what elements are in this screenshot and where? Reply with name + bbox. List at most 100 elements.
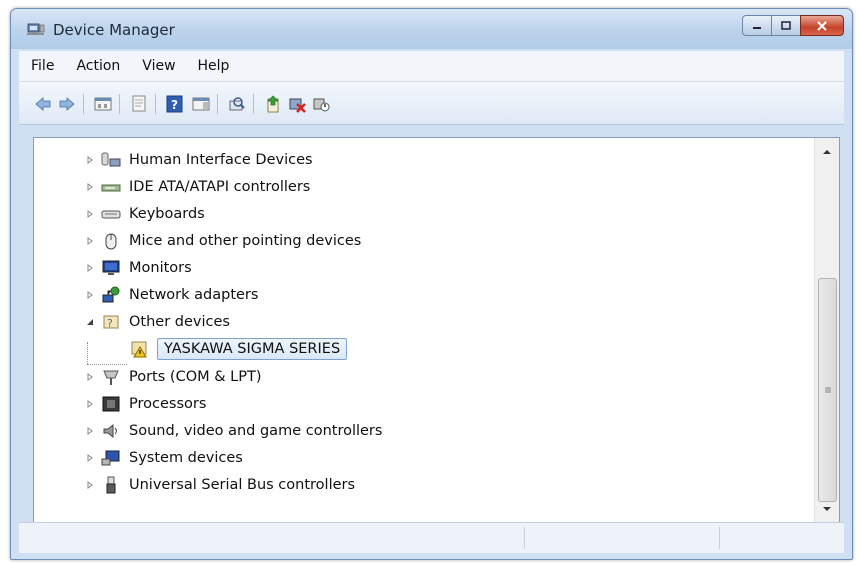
- keyboard-icon: [101, 205, 121, 223]
- back-icon: [35, 97, 51, 111]
- monitor-icon: [101, 259, 121, 277]
- tree-item-label: Network adapters: [129, 287, 259, 303]
- tree-item-keyboards[interactable]: Keyboards: [85, 201, 205, 227]
- menu-help[interactable]: Help: [188, 58, 240, 74]
- expand-arrow-icon[interactable]: [85, 263, 95, 273]
- scrollbar-thumb[interactable]: [818, 278, 837, 502]
- tree-connector: [87, 342, 88, 364]
- title-bar[interactable]: Device Manager: [11, 9, 852, 49]
- help-button[interactable]: ?: [165, 94, 185, 114]
- properties-icon: [132, 95, 146, 112]
- menu-action[interactable]: Action: [66, 58, 130, 74]
- tree-item-ports[interactable]: Ports (COM & LPT): [85, 364, 261, 390]
- toolbar: ?: [19, 82, 844, 125]
- scroll-down-button[interactable]: [821, 503, 833, 515]
- tree-item-label: Human Interface Devices: [129, 152, 313, 168]
- maximize-icon: [781, 20, 791, 30]
- tree-item-label: Ports (COM & LPT): [129, 369, 262, 385]
- expand-arrow-icon[interactable]: [85, 182, 95, 192]
- tree-item-network-adapters[interactable]: Network adapters: [85, 282, 258, 308]
- tree-item-label: System devices: [129, 450, 243, 466]
- expand-arrow-icon[interactable]: [85, 426, 95, 436]
- console-tree-button[interactable]: [93, 94, 113, 114]
- mouse-icon: [101, 232, 121, 250]
- tree-item-label: Mice and other pointing devices: [129, 233, 362, 249]
- menu-view[interactable]: View: [132, 58, 185, 74]
- sound-icon: [101, 422, 121, 440]
- scroll-up-icon: [823, 150, 831, 154]
- tree-item-label: Sound, video and game controllers: [129, 423, 383, 439]
- update-driver-icon: [267, 95, 279, 113]
- help-icon: ?: [166, 95, 183, 113]
- tree-item-label: Monitors: [129, 260, 192, 276]
- uninstall-button[interactable]: [287, 94, 307, 114]
- minimize-button[interactable]: [742, 15, 772, 36]
- device-tree[interactable]: Human Interface Devices IDE ATA/ATAPI co…: [33, 137, 840, 524]
- close-icon: [817, 20, 827, 31]
- expand-arrow-icon[interactable]: [85, 209, 95, 219]
- tree-item-monitors[interactable]: Monitors: [85, 255, 192, 281]
- expand-arrow-icon[interactable]: [85, 453, 95, 463]
- scroll-down-icon: [823, 507, 831, 511]
- device-manager-app-icon: [27, 23, 45, 35]
- svg-text:?: ?: [107, 317, 113, 330]
- system-devices-icon: [101, 449, 121, 467]
- collapse-arrow-icon[interactable]: [85, 317, 95, 327]
- tree-item-sound-video-game[interactable]: Sound, video and game controllers: [85, 418, 382, 444]
- network-adapter-icon: [101, 286, 121, 304]
- expand-arrow-icon[interactable]: [85, 480, 95, 490]
- tree-item-label: Universal Serial Bus controllers: [129, 477, 356, 493]
- update-driver-button[interactable]: [263, 94, 283, 114]
- svg-text:?: ?: [171, 98, 178, 112]
- status-bar: [19, 522, 844, 553]
- scan-hardware-icon: [229, 97, 245, 111]
- grip-icon: [824, 387, 831, 393]
- tree-item-label: Keyboards: [129, 206, 205, 222]
- expand-arrow-icon[interactable]: [85, 372, 95, 382]
- scroll-up-button[interactable]: [821, 146, 833, 158]
- expand-arrow-icon[interactable]: [85, 290, 95, 300]
- maximize-button[interactable]: [771, 15, 801, 36]
- tree-item-human-interface-devices[interactable]: Human Interface Devices: [85, 147, 313, 173]
- properties-button[interactable]: [129, 94, 149, 114]
- processor-icon: [101, 395, 121, 413]
- disable-icon: [313, 98, 330, 112]
- tree-item-label: Other devices: [129, 314, 230, 330]
- expand-arrow-icon[interactable]: [85, 155, 95, 165]
- scan-hardware-button[interactable]: [227, 94, 247, 114]
- status-divider: [719, 527, 720, 549]
- disable-button[interactable]: [311, 94, 331, 114]
- tree-item-system-devices[interactable]: System devices: [85, 445, 243, 471]
- port-icon: [101, 368, 121, 386]
- window-title: Device Manager: [53, 21, 175, 39]
- action-pane-icon: [192, 97, 210, 111]
- back-button[interactable]: [33, 94, 53, 114]
- tree-item-mice[interactable]: Mice and other pointing devices: [85, 228, 361, 254]
- ide-controller-icon: [101, 178, 121, 196]
- uninstall-icon: [289, 98, 306, 113]
- tree-item-usb-controllers[interactable]: Universal Serial Bus controllers: [85, 472, 355, 498]
- minimize-icon: [753, 26, 761, 29]
- tree-item-processors[interactable]: Processors: [85, 391, 206, 417]
- expand-arrow-icon[interactable]: [85, 236, 95, 246]
- usb-icon: [101, 476, 121, 494]
- action-pane-button[interactable]: [191, 94, 211, 114]
- forward-button[interactable]: [57, 94, 77, 114]
- status-divider: [524, 527, 525, 549]
- warning-device-icon: [129, 340, 149, 358]
- vertical-scrollbar[interactable]: [814, 138, 839, 523]
- menu-file[interactable]: File: [21, 58, 64, 74]
- tree-item-label: Processors: [129, 396, 207, 412]
- tree-item-label: IDE ATA/ATAPI controllers: [129, 179, 311, 195]
- show-hide-console-tree-icon: [94, 97, 112, 111]
- expand-arrow-icon[interactable]: [85, 399, 95, 409]
- menu-bar: File Action View Help: [19, 51, 844, 82]
- tree-item-other-devices[interactable]: ? Other devices: [85, 309, 230, 335]
- other-devices-icon: ?: [101, 313, 121, 331]
- hid-icon: [101, 151, 121, 169]
- tree-item-ide-ata-atapi-controllers[interactable]: IDE ATA/ATAPI controllers: [85, 174, 310, 200]
- close-button[interactable]: [800, 15, 844, 36]
- tree-item-yaskawa-sigma-series[interactable]: YASKAWA SIGMA SERIES: [129, 336, 348, 362]
- tree-item-label: YASKAWA SIGMA SERIES: [157, 338, 348, 360]
- window-controls: [742, 15, 844, 36]
